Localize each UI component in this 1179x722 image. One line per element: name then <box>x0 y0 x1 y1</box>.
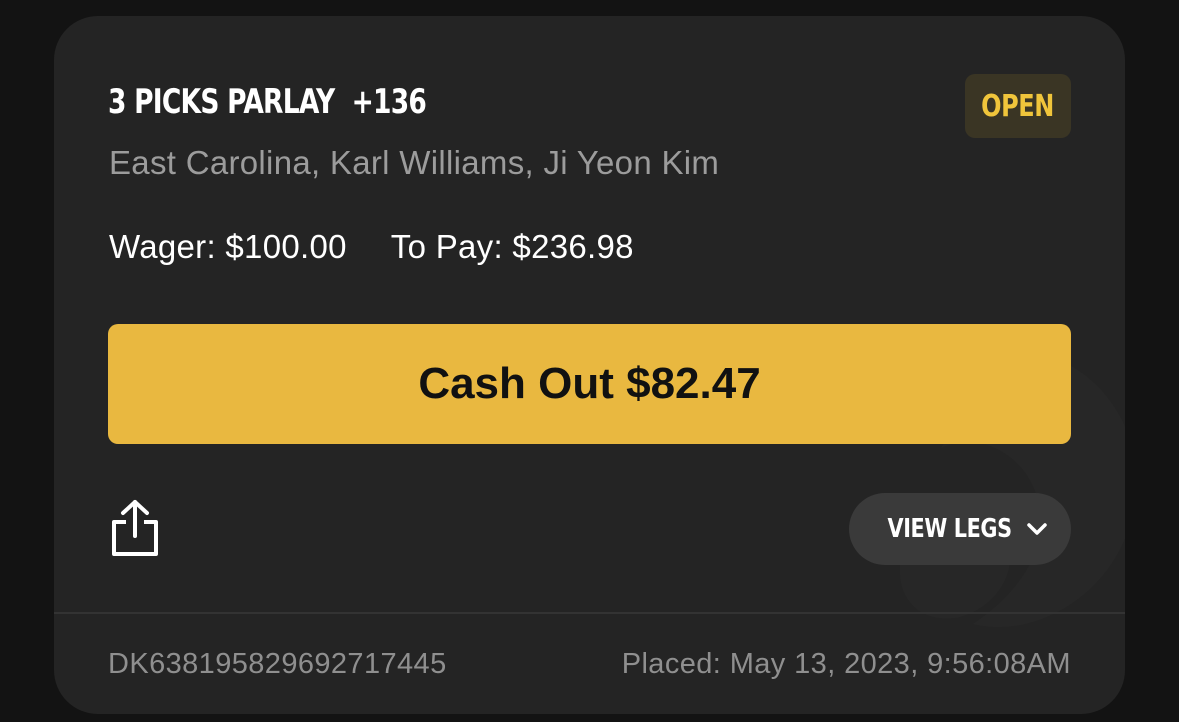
share-button[interactable] <box>108 498 162 558</box>
placed-timestamp: Placed: May 13, 2023, 9:56:08AM <box>621 648 1071 680</box>
cash-out-button[interactable]: Cash Out $82.47 <box>108 324 1071 444</box>
wager-amount: Wager: $100.00 <box>109 228 347 265</box>
bet-card: 3 PICKS PARLAY +136 OPEN East Carolina, … <box>54 16 1125 714</box>
wager-row: Wager: $100.00 To Pay: $236.98 <box>109 228 634 266</box>
bet-title-row: 3 PICKS PARLAY +136 <box>108 82 427 122</box>
view-legs-label: VIEW LEGS <box>887 514 1013 544</box>
bet-footer: DK638195829692717445 Placed: May 13, 202… <box>108 648 1071 681</box>
footer-divider <box>54 612 1125 614</box>
to-pay-amount: To Pay: $236.98 <box>390 228 634 265</box>
bet-id: DK638195829692717445 <box>108 648 447 680</box>
view-legs-button[interactable]: VIEW LEGS <box>849 493 1071 565</box>
share-icon <box>112 500 158 556</box>
bet-odds: +136 <box>351 82 427 122</box>
picks-summary: East Carolina, Karl Williams, Ji Yeon Ki… <box>109 144 720 181</box>
status-badge-label: OPEN <box>981 88 1055 124</box>
bet-type-label: 3 PICKS PARLAY <box>108 82 335 122</box>
status-badge: OPEN <box>965 74 1071 138</box>
chevron-down-icon <box>1026 523 1047 535</box>
